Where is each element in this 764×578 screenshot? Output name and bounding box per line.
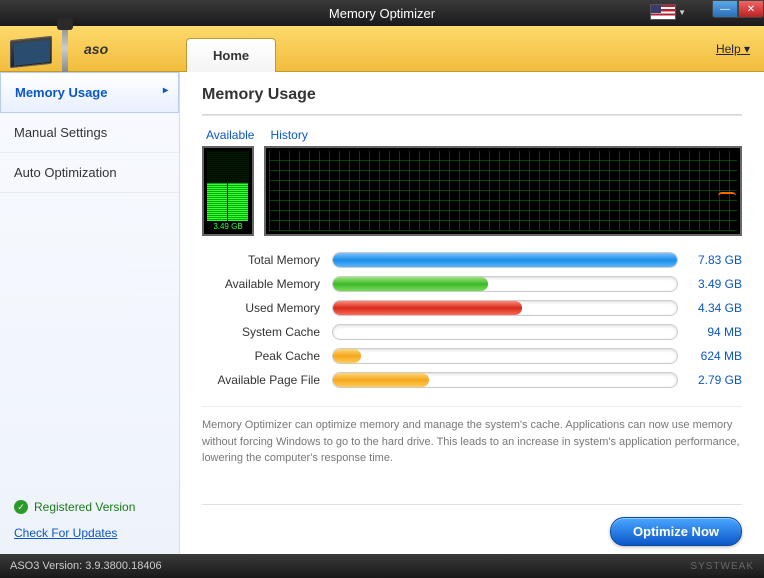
stat-value: 4.34 GB [678, 301, 742, 315]
language-dropdown-icon[interactable]: ▼ [678, 8, 686, 17]
chart-labels: Available History [206, 128, 742, 142]
history-graph [264, 146, 742, 236]
stats-list: Total Memory 7.83 GB Available Memory 3.49 … [202, 252, 742, 396]
stat-row: Total Memory 7.83 GB [202, 252, 742, 268]
help-menu[interactable]: Help ▾ [716, 42, 750, 56]
logo-area: aso [0, 32, 180, 66]
available-memory-gauge: 3.49 GB [202, 146, 254, 236]
stat-bar [332, 324, 678, 340]
sidebar-item-memory-usage[interactable]: Memory Usage [0, 72, 179, 113]
history-trace-icon [718, 192, 736, 198]
sidebar-item-manual-settings[interactable]: Manual Settings [0, 113, 179, 153]
main-panel: Memory Usage Available History 3.49 GB T… [180, 72, 764, 554]
available-gauge-value: 3.49 GB [207, 221, 249, 231]
stat-row: Used Memory 4.34 GB [202, 300, 742, 316]
stat-value: 3.49 GB [678, 277, 742, 291]
stat-bar [332, 276, 678, 292]
sidebar: Memory UsageManual SettingsAuto Optimiza… [0, 72, 180, 554]
minimize-button[interactable]: — [712, 0, 738, 18]
description-text: Memory Optimizer can optimize memory and… [202, 406, 742, 467]
stat-label: Used Memory [202, 301, 332, 315]
page-title: Memory Usage [202, 86, 742, 104]
stat-bar [332, 252, 678, 268]
window-controls: — ✕ [712, 0, 764, 18]
stat-label: Available Page File [202, 373, 332, 387]
version-label: ASO3 Version: 3.9.3800.18406 [10, 560, 162, 572]
tab-home[interactable]: Home [186, 38, 276, 72]
statusbar: ASO3 Version: 3.9.3800.18406 SYSTWEAK [0, 554, 764, 578]
optimize-now-button[interactable]: Optimize Now [610, 517, 742, 546]
stat-label: Total Memory [202, 253, 332, 267]
stat-bar [332, 372, 678, 388]
sidebar-item-auto-optimization[interactable]: Auto Optimization [0, 153, 179, 193]
divider [202, 114, 742, 116]
toolbar: aso Home Help ▾ [0, 26, 764, 72]
app-title: Memory Optimizer [329, 6, 435, 21]
chip-icon [10, 35, 52, 67]
stat-bar [332, 300, 678, 316]
stat-row: System Cache 94 MB [202, 324, 742, 340]
check-circle-icon: ✓ [14, 500, 28, 514]
stat-value: 94 MB [678, 325, 742, 339]
registered-status: ✓ Registered Version [0, 494, 179, 520]
stat-row: Available Memory 3.49 GB [202, 276, 742, 292]
check-updates-link[interactable]: Check For Updates [0, 520, 179, 554]
stat-value: 2.79 GB [678, 373, 742, 387]
stat-label: System Cache [202, 325, 332, 339]
screwdriver-icon [62, 24, 68, 72]
stat-value: 7.83 GB [678, 253, 742, 267]
titlebar: Memory Optimizer ▼ — ✕ [0, 0, 764, 26]
brand-label: aso [84, 41, 108, 57]
close-button[interactable]: ✕ [738, 0, 764, 18]
stat-label: Available Memory [202, 277, 332, 291]
history-chart-label: History [270, 128, 307, 142]
stat-row: Available Page File 2.79 GB [202, 372, 742, 388]
vendor-brand: SYSTWEAK [690, 561, 754, 572]
available-chart-label: Available [206, 128, 254, 142]
stat-bar [332, 348, 678, 364]
stat-row: Peak Cache 624 MB [202, 348, 742, 364]
language-flag-icon[interactable] [650, 4, 676, 20]
stat-value: 624 MB [678, 349, 742, 363]
chart-row: 3.49 GB [202, 146, 742, 236]
registered-label: Registered Version [34, 500, 135, 514]
stat-label: Peak Cache [202, 349, 332, 363]
